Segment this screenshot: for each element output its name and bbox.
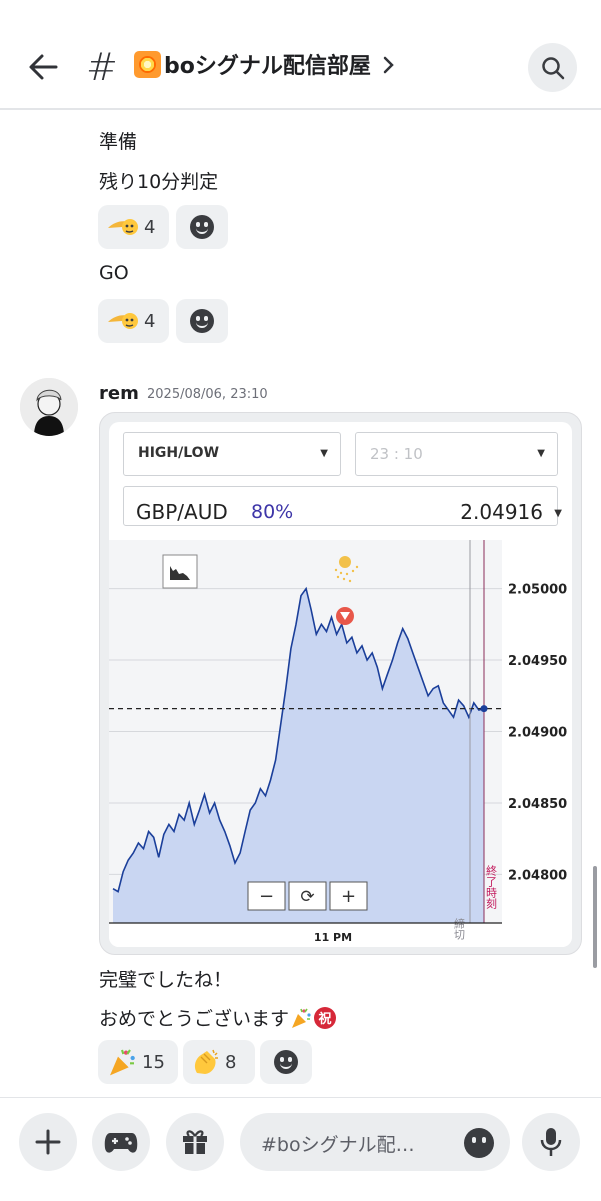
image-attachment[interactable]: HIGH/LOW ▼ 23 : 10 ▼ GBP/AUD 80% 2.04916… [99, 412, 582, 955]
add-reaction-button[interactable] [260, 1040, 312, 1084]
gift-button[interactable] [166, 1113, 224, 1171]
x-tick-label: 11 PM [314, 931, 352, 944]
payout-percent: 80% [251, 501, 294, 523]
message-text: GO [99, 262, 129, 284]
reaction-pinch-button[interactable]: 4 [98, 299, 169, 343]
gift-icon [183, 1130, 207, 1154]
reaction-count: 4 [144, 310, 156, 332]
party-popper-icon [110, 1049, 135, 1076]
message-text: 完璧でしたね！ [99, 969, 233, 991]
add-reaction-button[interactable] [176, 299, 228, 343]
scrollbar[interactable] [593, 866, 597, 968]
trading-screenshot: HIGH/LOW ▼ 23 : 10 ▼ GBP/AUD 80% 2.04916… [109, 422, 572, 947]
avatar[interactable] [20, 378, 78, 436]
channel-title-text: boシグナル配信部屋 [164, 54, 371, 79]
message-author[interactable]: rem [99, 383, 139, 404]
plus-icon [35, 1129, 61, 1155]
reaction-party-button[interactable]: 15 [98, 1040, 178, 1084]
expiry-time-label: 23 : 10 [370, 445, 423, 463]
channel-hash-icon: # [86, 45, 118, 89]
channel-title[interactable]: boシグナル配信部屋 [134, 48, 371, 80]
search-button[interactable] [528, 43, 577, 92]
smiley-icon [190, 215, 214, 239]
emoji-picker-icon[interactable] [464, 1128, 494, 1158]
caret-down-icon: ▼ [537, 448, 545, 459]
message-text: おめでとうございます [99, 1008, 290, 1030]
channel-header: # boシグナル配信部屋 [0, 0, 601, 110]
entry-marker-icon [336, 607, 354, 625]
smiley-icon [190, 309, 214, 333]
reaction-count: 15 [142, 1051, 165, 1073]
clapping-hands-icon [194, 1049, 218, 1074]
sparkle-emoji-icon [134, 50, 161, 78]
caret-down-icon: ▼ [320, 448, 328, 459]
congratulations-kanji-icon: 祝 [314, 1006, 337, 1029]
trade-type-label: HIGH/LOW [138, 445, 220, 461]
message-input-placeholder: #boシグナル配… [261, 1134, 415, 1156]
svg-text:祝: 祝 [319, 1011, 332, 1027]
reaction-count: 4 [144, 216, 156, 238]
party-popper-icon [292, 1008, 311, 1028]
search-icon [542, 57, 565, 80]
message-input[interactable]: #boシグナル配… [240, 1113, 510, 1171]
price-chart: 2.05000 2.04950 2.04900 2.04850 2.04800 − ⟳ … [109, 540, 572, 947]
end-time-label: 終了時刻 [485, 864, 498, 910]
chart-type-button [162, 554, 198, 589]
message-timestamp: 2025/08/06, 23:10 [147, 387, 268, 402]
zoom-controls: − ⟳ + [247, 881, 368, 911]
y-tick-label: 2.05000 [508, 583, 567, 598]
caret-down-icon: ▼ [554, 508, 562, 519]
message-text: 準備 [99, 131, 138, 153]
expiry-time-select: 23 : 10 ▼ [355, 432, 558, 476]
add-attachment-button[interactable] [19, 1113, 77, 1171]
y-tick-label: 2.04950 [508, 654, 567, 669]
chevron-right-icon[interactable] [382, 56, 396, 74]
microphone-icon [540, 1128, 562, 1156]
zoom-in-label: + [341, 886, 356, 907]
cutoff-label: 締切 [453, 917, 466, 940]
currency-pair: GBP/AUD [136, 500, 228, 524]
message-text-line: おめでとうございます 祝 [99, 1004, 337, 1031]
pinching-hand-icon [108, 313, 138, 329]
smiley-icon [274, 1050, 298, 1074]
message-text: 残り10分判定 [99, 171, 219, 193]
activities-button[interactable] [92, 1113, 150, 1171]
y-tick-label: 2.04850 [508, 797, 567, 812]
user-avatar-image [20, 378, 78, 436]
reaction-count: 8 [225, 1051, 237, 1073]
pinching-hand-icon [108, 219, 138, 235]
gamepad-icon [104, 1133, 138, 1153]
y-tick-label: 2.04900 [508, 726, 567, 741]
current-price-dot [480, 705, 488, 713]
current-price: 2.04916 [460, 500, 543, 524]
reset-icon: ⟳ [300, 887, 314, 907]
zoom-out-label: − [259, 886, 274, 907]
reaction-clap-button[interactable]: 8 [183, 1040, 255, 1084]
y-tick-label: 2.04800 [508, 868, 567, 883]
voice-message-button[interactable] [522, 1113, 580, 1171]
add-reaction-button[interactable] [176, 205, 228, 249]
trade-type-select: HIGH/LOW ▼ [123, 432, 341, 476]
message-composer: #boシグナル配… [0, 1097, 601, 1201]
back-arrow-icon[interactable] [26, 50, 60, 84]
reaction-pinch-button[interactable]: 4 [98, 205, 169, 249]
